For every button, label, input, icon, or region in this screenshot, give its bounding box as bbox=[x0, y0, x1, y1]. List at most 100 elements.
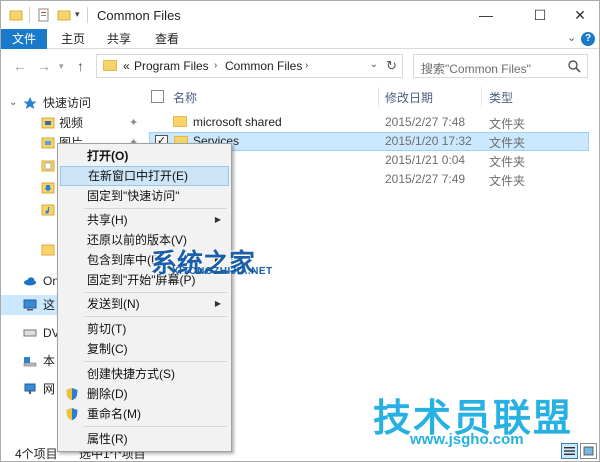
ribbon-expand-icon[interactable]: ⌄ bbox=[567, 31, 576, 44]
properties-icon[interactable] bbox=[37, 8, 51, 22]
file-modified: 2015/1/21 0:04 bbox=[385, 153, 466, 167]
menu-separator bbox=[84, 426, 227, 427]
menu-item-label: 共享(H) bbox=[87, 213, 128, 227]
chevron-right-icon[interactable]: › bbox=[214, 60, 217, 71]
sidebar-item-label: 这 bbox=[43, 298, 56, 312]
search-box[interactable]: 搜索"Common Files" bbox=[413, 54, 588, 78]
breadcrumb-common-files[interactable]: Common Files bbox=[225, 59, 302, 73]
tab-view[interactable]: 查看 bbox=[147, 29, 187, 49]
menu-item-rename[interactable]: 重命名(M) bbox=[60, 404, 229, 424]
quick-access-dropdown-icon[interactable]: ▾ bbox=[75, 9, 80, 20]
item-count: 4个项目 bbox=[15, 447, 58, 461]
address-bar[interactable]: « Program Files › Common Files › ⌄ ↻ bbox=[96, 54, 403, 78]
menu-separator bbox=[84, 316, 227, 317]
search-placeholder: 搜索"Common Files" bbox=[421, 62, 531, 76]
tab-file[interactable]: 文件 bbox=[1, 29, 47, 49]
network-icon bbox=[24, 383, 36, 394]
submenu-arrow-icon: ▶ bbox=[214, 215, 221, 224]
column-header-name[interactable]: 名称 bbox=[173, 89, 197, 106]
context-menu: 打开(O) 在新窗口中打开(E) 固定到"快速访问" 共享(H) ▶ 还原以前的… bbox=[57, 143, 232, 452]
column-divider[interactable] bbox=[481, 87, 482, 107]
file-name: microsoft shared bbox=[193, 115, 282, 129]
address-overflow[interactable]: « bbox=[123, 59, 130, 73]
chevron-right-icon[interactable]: › bbox=[305, 60, 308, 71]
dvd-drive-icon bbox=[23, 329, 37, 337]
video-folder-icon bbox=[41, 117, 55, 129]
file-modified: 2015/1/20 17:32 bbox=[385, 134, 472, 148]
local-disk-icon bbox=[23, 357, 37, 367]
file-modified: 2015/2/27 7:49 bbox=[385, 172, 466, 186]
menu-item-label: 包含到库中(I) bbox=[87, 253, 159, 267]
folder-icon bbox=[9, 10, 23, 21]
folder-icon[interactable] bbox=[41, 243, 55, 257]
star-icon bbox=[23, 97, 37, 109]
menu-item-send-to[interactable]: 发送到(N) ▶ bbox=[60, 294, 229, 314]
column-header-type[interactable]: 类型 bbox=[489, 89, 513, 106]
file-type: 文件夹 bbox=[489, 174, 526, 188]
menu-separator bbox=[84, 361, 227, 362]
documents-folder-icon[interactable] bbox=[41, 159, 55, 173]
ribbon-tabs: 文件 主页 共享 查看 ⌄ ? bbox=[1, 29, 599, 49]
menu-item-pin-quick-access[interactable]: 固定到"快速访问" bbox=[60, 186, 229, 206]
large-icons-view-button[interactable] bbox=[580, 443, 597, 459]
menu-item-share[interactable]: 共享(H) ▶ bbox=[60, 210, 229, 230]
address-dropdown-icon[interactable]: ⌄ bbox=[370, 59, 378, 70]
this-pc-icon bbox=[23, 299, 37, 311]
window-title: Common Files bbox=[97, 8, 181, 23]
menu-item-label: 重命名(M) bbox=[87, 407, 141, 421]
file-modified: 2015/2/27 7:48 bbox=[385, 115, 466, 129]
column-header-date[interactable]: 修改日期 bbox=[385, 89, 433, 106]
tab-home[interactable]: 主页 bbox=[53, 29, 93, 49]
pictures-folder-icon bbox=[41, 137, 55, 149]
menu-item-open[interactable]: 打开(O) bbox=[60, 146, 229, 166]
details-view-button[interactable] bbox=[561, 443, 578, 459]
select-all-checkbox[interactable] bbox=[151, 90, 164, 103]
breadcrumb-program-files[interactable]: Program Files bbox=[134, 59, 209, 73]
menu-item-copy[interactable]: 复制(C) bbox=[60, 339, 229, 359]
back-arrow-icon[interactable]: ← bbox=[13, 58, 27, 74]
table-row[interactable]: microsoft shared 2015/2/27 7:48 文件夹 bbox=[149, 113, 589, 132]
sidebar-item-this-pc[interactable]: 这 bbox=[1, 295, 59, 315]
search-icon[interactable] bbox=[567, 59, 581, 73]
up-arrow-icon[interactable]: ↑ bbox=[77, 58, 84, 74]
help-icon[interactable]: ? bbox=[581, 32, 595, 46]
menu-separator bbox=[84, 208, 227, 209]
onedrive-icon bbox=[24, 277, 36, 286]
close-button[interactable]: ✕ bbox=[557, 1, 599, 29]
menu-item-properties[interactable]: 属性(R) bbox=[60, 429, 229, 449]
file-type: 文件夹 bbox=[489, 155, 526, 169]
refresh-icon[interactable]: ↻ bbox=[386, 58, 397, 74]
tab-share[interactable]: 共享 bbox=[99, 29, 139, 49]
minimize-button[interactable]: — bbox=[463, 1, 509, 29]
new-folder-icon[interactable] bbox=[57, 8, 71, 22]
menu-item-delete[interactable]: 删除(D) bbox=[60, 384, 229, 404]
menu-item-cut[interactable]: 剪切(T) bbox=[60, 319, 229, 339]
explorer-window: ▾ Common Files — ☐ ✕ 文件 主页 共享 查看 ⌄ ? ← →… bbox=[0, 0, 600, 462]
file-type: 文件夹 bbox=[489, 136, 526, 150]
music-folder-icon[interactable] bbox=[41, 203, 55, 217]
file-type: 文件夹 bbox=[489, 117, 526, 131]
menu-item-create-shortcut[interactable]: 创建快捷方式(S) bbox=[60, 364, 229, 384]
title-bar: ▾ Common Files — ☐ ✕ bbox=[1, 1, 599, 31]
menu-separator bbox=[84, 292, 227, 293]
pin-icon[interactable]: ✦ bbox=[129, 113, 138, 133]
sidebar-item-videos[interactable]: 视频 ✦ bbox=[41, 113, 141, 133]
menu-item-open-new-window[interactable]: 在新窗口中打开(E) bbox=[60, 166, 229, 186]
sidebar-item-label: 网 bbox=[43, 382, 56, 396]
forward-arrow-icon[interactable]: → bbox=[37, 58, 51, 74]
sidebar-item-label: 快速访问 bbox=[43, 96, 92, 110]
column-divider[interactable] bbox=[378, 87, 379, 107]
watermark-url-xitongzhijia: XITONGZHIJIA.NET bbox=[172, 266, 273, 277]
downloads-folder-icon[interactable] bbox=[41, 181, 55, 195]
folder-icon bbox=[103, 60, 117, 71]
details-view-icon bbox=[564, 447, 575, 455]
recent-locations-icon[interactable]: ▾ bbox=[59, 61, 64, 72]
submenu-arrow-icon: ▶ bbox=[214, 299, 221, 308]
shield-icon bbox=[66, 408, 78, 421]
large-icons-view-icon bbox=[583, 446, 594, 456]
folder-icon bbox=[173, 116, 187, 127]
chevron-down-icon[interactable]: ⌄ bbox=[9, 93, 17, 113]
title-separator bbox=[29, 7, 30, 23]
shield-icon bbox=[66, 388, 78, 401]
menu-item-label: 删除(D) bbox=[87, 387, 128, 401]
